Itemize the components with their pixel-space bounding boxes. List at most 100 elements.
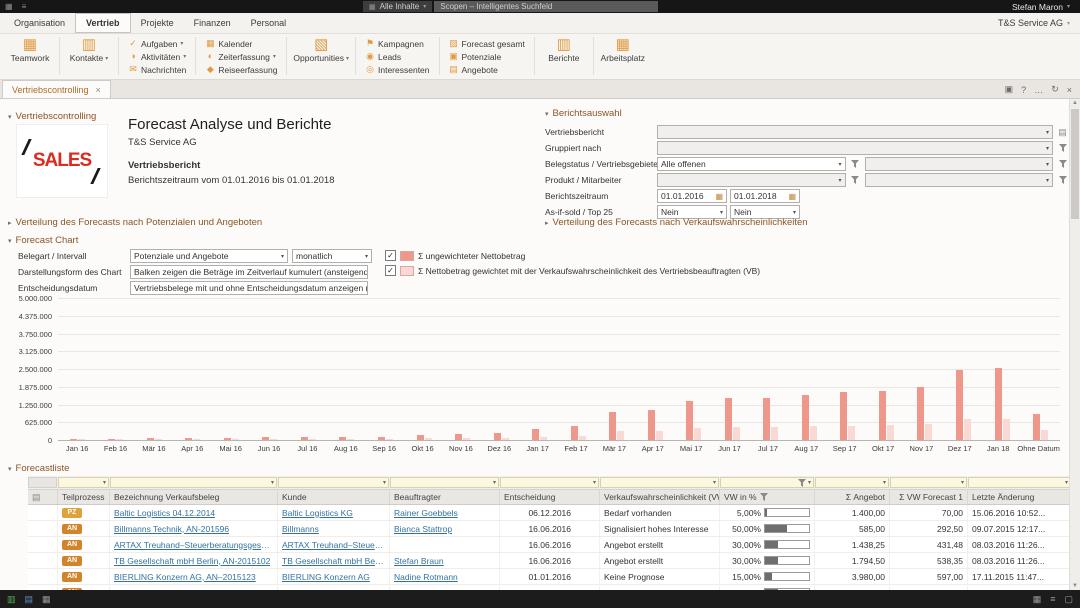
filter-cell-beauftragter[interactable]: ▾	[390, 477, 499, 488]
link-bezeichnung[interactable]: Baltic Logistics 04.12.2014	[114, 508, 215, 518]
filter-cell-letzte-aenderung[interactable]: ▾	[968, 477, 1071, 488]
scroll-down-icon[interactable]: ▼	[1070, 583, 1080, 589]
filter-funnel-icon[interactable]	[1056, 158, 1069, 171]
ribbon-kontakte[interactable]: ▥Kontakte▾	[63, 35, 115, 77]
link-beauftragter[interactable]: Nadine Rotmann	[394, 572, 458, 582]
section-vertriebscontrolling[interactable]: ▾ Vertriebscontrolling	[8, 111, 96, 122]
menu-tab-projekte[interactable]: Projekte	[131, 14, 184, 32]
col-header-kunde[interactable]: Kunde	[278, 490, 390, 504]
copy-view-icon[interactable]: ▣	[1005, 84, 1014, 95]
belegstatus-select[interactable]: Alle offenen▾	[657, 157, 846, 171]
col-header-forecast1[interactable]: Σ VW Forecast 1	[890, 490, 968, 504]
chart-status-icon[interactable]: ▥	[7, 594, 16, 605]
filter-funnel-icon[interactable]	[1056, 174, 1069, 187]
link-kunde[interactable]: BIERLING Konzern AG	[282, 572, 370, 582]
grid-view-icon[interactable]: ▦	[1033, 594, 1042, 605]
ribbon-teamwork[interactable]: ▦Teamwork	[4, 35, 56, 77]
link-bezeichnung[interactable]: Billmanns Technik, AN-201596	[114, 524, 229, 534]
help-icon[interactable]: ?	[1021, 85, 1026, 95]
link-beauftragter[interactable]: Rainer Goebbels	[394, 508, 458, 518]
ribbon-angebote[interactable]: ▤Angebote	[447, 64, 527, 75]
vertriebsgebiete-select[interactable]: ▾	[865, 157, 1054, 171]
filter-cell-vw-prozent[interactable]: ▾	[720, 477, 814, 488]
col-header-entscheidung[interactable]: Entscheidung	[500, 490, 600, 504]
filter-cell-kunde[interactable]: ▾	[278, 477, 389, 488]
gruppiert-nach-select[interactable]: ▾	[657, 141, 1053, 155]
ribbon-aufgaben[interactable]: ✓Aufgaben▾	[126, 38, 188, 49]
mitarbeiter-select[interactable]: ▾	[865, 173, 1054, 187]
link-bezeichnung[interactable]: TB Gesellschaft mbH Berlin, AN-2015124	[114, 588, 270, 591]
table-row[interactable]: ANBIERLING Konzern AG, AN–2015123BIERLIN…	[28, 569, 1072, 585]
filter-cell-entscheidung[interactable]: ▾	[500, 477, 599, 488]
col-header-letzte-aenderung[interactable]: Letzte Änderung	[968, 490, 1072, 504]
filter-funnel-icon[interactable]	[849, 174, 862, 187]
layout-view-icon[interactable]: ▢	[1064, 594, 1073, 605]
table-row[interactable]: ANTB Gesellschaft mbH Berlin, AN-2015124…	[28, 585, 1072, 590]
col-header-vw-prozent[interactable]: VW in %	[720, 490, 815, 504]
search-scope-select[interactable]: ▦ Alle Inhalte ▾	[363, 1, 432, 12]
belegart-select[interactable]: Potenziale und Angebote▾	[130, 249, 288, 263]
link-kunde[interactable]: Billmanns	[282, 524, 319, 534]
produkt-select[interactable]: ▾	[657, 173, 846, 187]
ribbon-kampagnen[interactable]: ⚑Kampagnen	[363, 38, 432, 49]
col-header-vw[interactable]: Verkaufswahrscheinlichkeit (VW)	[600, 490, 720, 504]
link-kunde[interactable]: ARTAX Treuhand–Steuerberatu...	[282, 540, 385, 550]
app-menu-icon[interactable]: ▦	[5, 2, 13, 11]
close-view-icon[interactable]: ×	[1067, 85, 1072, 95]
ribbon-aktivit-ten[interactable]: ◑Aktivitäten▾	[126, 51, 188, 62]
section-verteilung-verkaufswahrscheinlichkeiten[interactable]: ▸ Verteilung des Forecasts nach Verkaufs…	[545, 217, 808, 228]
table-row[interactable]: ANBillmanns Technik, AN-201596BillmannsB…	[28, 521, 1072, 537]
refresh-icon[interactable]: ↻	[1051, 84, 1059, 95]
scrollbar-thumb[interactable]	[1071, 109, 1079, 219]
ribbon-arbeitsplatz[interactable]: ▦Arbeitsplatz	[597, 35, 649, 77]
section-berichtsauswahl[interactable]: ▾ Berichtsauswahl	[545, 108, 1069, 119]
filter-funnel-icon[interactable]	[1056, 142, 1069, 155]
link-beauftragter[interactable]: Stefan Braun	[394, 556, 444, 566]
global-search-input[interactable]	[434, 1, 658, 12]
doc-tab-vertriebscontrolling[interactable]: Vertriebscontrolling ×	[2, 80, 111, 98]
legend-checkbox[interactable]: ✓	[385, 250, 396, 261]
user-menu[interactable]: Stefan Maron ▾	[1012, 2, 1070, 12]
table-row[interactable]: PZBaltic Logistics 04.12.2014Baltic Logi…	[28, 505, 1072, 521]
link-kunde[interactable]: TB Gesellschaft mbH Berlin	[282, 588, 385, 591]
company-select[interactable]: T&S Service AG ▾	[998, 18, 1070, 28]
col-header-teilprozess[interactable]: Teilprozess	[58, 490, 110, 504]
col-header-beauftragter[interactable]: Beauftragter	[390, 490, 500, 504]
ribbon-interessenten[interactable]: ◎Interessenten	[363, 64, 432, 75]
filter-funnel-icon[interactable]	[849, 158, 862, 171]
filter-cell-angebot[interactable]: ▾	[815, 477, 889, 488]
link-bezeichnung[interactable]: ARTAX Treuhand–Steuerberatungsgesellscha…	[114, 540, 273, 550]
filter-cell-forecast1[interactable]: ▾	[890, 477, 967, 488]
link-bezeichnung[interactable]: TB Gesellschaft mbH Berlin, AN-2015102	[114, 556, 270, 566]
section-forecast-chart[interactable]: ▾ Forecast Chart	[8, 235, 78, 246]
darstellung-select[interactable]: Balken zeigen die Beträge im Zeitverlauf…	[130, 265, 368, 279]
zeitraum-bis-date[interactable]: 01.01.2018▦	[730, 189, 800, 203]
ribbon-opportunities[interactable]: ▧Opportunities▾	[290, 35, 352, 77]
ribbon-berichte[interactable]: ▥Berichte	[538, 35, 590, 77]
link-kunde[interactable]: TB Gesellschaft mbH Berlin	[282, 556, 385, 566]
entscheidungsdatum-select[interactable]: Vertriebsbelege mit und ohne Entscheidun…	[130, 281, 368, 295]
info-status-icon[interactable]: ▦	[42, 594, 51, 605]
menu-tab-personal[interactable]: Personal	[241, 14, 297, 32]
table-row[interactable]: ANARTAX Treuhand–Steuerberatungsgesellsc…	[28, 537, 1072, 553]
ribbon-potenziale[interactable]: ▣Potenziale	[447, 51, 527, 62]
menu-tab-vertrieb[interactable]: Vertrieb	[75, 13, 131, 33]
menu-tab-organisation[interactable]: Organisation	[4, 14, 75, 32]
table-row[interactable]: ANTB Gesellschaft mbH Berlin, AN-2015102…	[28, 553, 1072, 569]
menu-tab-finanzen[interactable]: Finanzen	[184, 14, 241, 32]
link-beauftragter[interactable]: Bianca Stattrop	[394, 524, 452, 534]
ribbon-nachrichten[interactable]: ✉Nachrichten	[126, 64, 188, 75]
ribbon-leads[interactable]: ◉Leads	[363, 51, 432, 62]
list-view-icon[interactable]: ≡	[1050, 594, 1055, 604]
col-header-bezeichnung[interactable]: Bezeichnung Verkaufsbeleg	[110, 490, 278, 504]
section-forecastliste[interactable]: ▾ Forecastliste	[8, 463, 69, 474]
link-beauftragter[interactable]: Stefan Braun	[394, 588, 444, 591]
vertriebsbericht-select[interactable]: ▾	[657, 125, 1053, 139]
filter-cell-bezeichnung[interactable]: ▾	[110, 477, 277, 488]
legend-checkbox[interactable]: ✓	[385, 265, 396, 276]
zeitraum-von-date[interactable]: 01.01.2016▦	[657, 189, 727, 203]
scroll-up-icon[interactable]: ▲	[1070, 100, 1080, 106]
filter-cell-vw[interactable]: ▾	[600, 477, 719, 488]
link-bezeichnung[interactable]: BIERLING Konzern AG, AN–2015123	[114, 572, 256, 582]
row-selector-header[interactable]: ▤	[28, 490, 58, 504]
